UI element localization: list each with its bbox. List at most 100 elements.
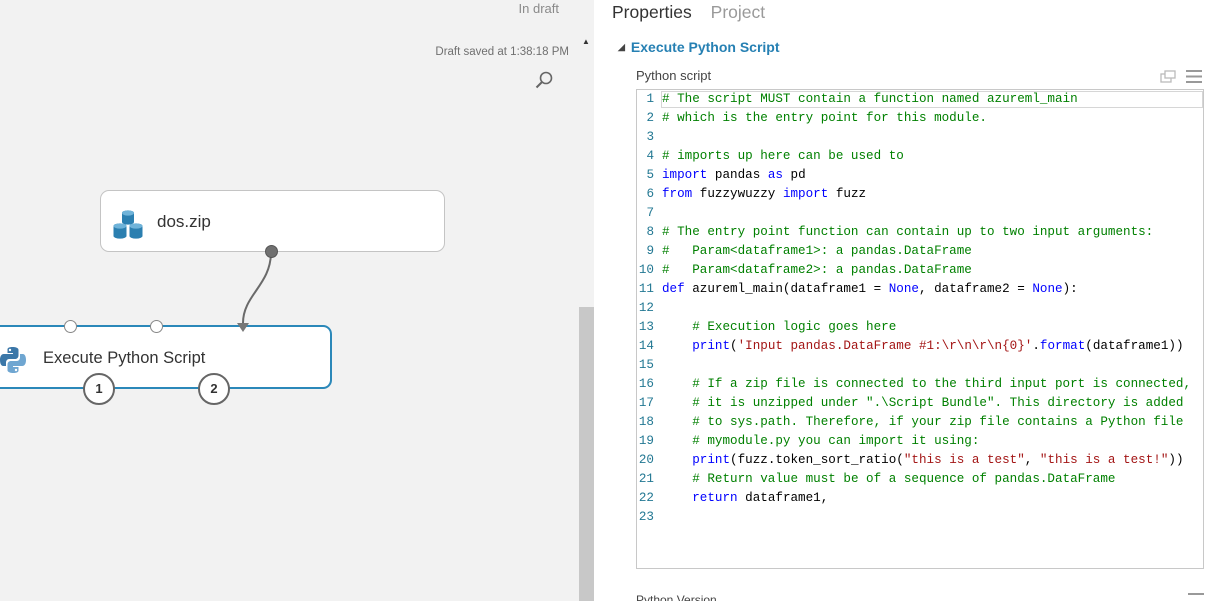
python-script-label: Python script <box>636 68 712 83</box>
input-port-1[interactable] <box>64 320 77 333</box>
section-header-execute-python-script[interactable]: ◢ Execute Python Script <box>618 39 780 55</box>
line-number: 13 <box>638 320 654 334</box>
code-line: 11 def azureml_main(dataframe1 = None, da… <box>637 280 1203 299</box>
code-text: # If a zip file is connected to the thir… <box>662 375 1191 394</box>
code-text: # The entry point function can contain u… <box>662 223 1153 242</box>
code-text: # to sys.path. Therefore, if your zip fi… <box>662 413 1183 432</box>
input-port-2[interactable] <box>150 320 163 333</box>
line-number: 1 <box>646 92 654 106</box>
code-token: # Execution logic goes here <box>692 320 897 334</box>
module-execute-python-script[interactable]: Execute Python Script <box>0 325 332 389</box>
code-token: ( <box>730 339 738 353</box>
python-version-menu-icon[interactable] <box>1188 593 1204 597</box>
code-line: 12 <box>637 299 1203 318</box>
code-token: fuzzywuzzy <box>692 187 783 201</box>
scroll-up-arrow-icon[interactable]: ▲ <box>581 38 591 46</box>
hamburger-menu-icon[interactable] <box>1186 69 1202 84</box>
code-line: 10 # Param<dataframe2>: a pandas.DataFram… <box>637 261 1203 280</box>
code-text: print('Input pandas.DataFrame #1:\r\n\r\… <box>662 337 1184 356</box>
code-token: # If a zip file is connected to the thir… <box>692 377 1192 391</box>
line-number: 20 <box>638 453 654 467</box>
code-line: 6 from fuzzywuzzy import fuzz <box>637 185 1203 204</box>
code-line: 16 # If a zip file is connected to the t… <box>637 375 1203 394</box>
code-text: # Execution logic goes here <box>662 318 896 337</box>
code-token: import <box>782 187 829 201</box>
dataset-icon <box>113 210 143 239</box>
code-token: , <box>1024 453 1040 467</box>
line-number: 9 <box>646 244 654 258</box>
output-port-1[interactable]: 1 <box>83 373 115 405</box>
code-line: 9 # Param<dataframe1>: a pandas.DataFrame <box>637 242 1203 261</box>
code-text: # The script MUST contain a function nam… <box>662 90 1078 109</box>
line-number: 2 <box>646 111 654 125</box>
code-line: 8 # The entry point function can contain … <box>637 223 1203 242</box>
code-text: import pandas as pd <box>662 166 806 185</box>
code-text: # Return value must be of a sequence of … <box>662 470 1115 489</box>
code-line: 15 <box>637 356 1203 375</box>
draft-saved-timestamp: Draft saved at 1:38:18 PM <box>435 46 569 58</box>
input-port-3-arrow-icon[interactable] <box>237 323 249 332</box>
code-token: # Param<dataframe1>: a pandas.DataFrame <box>662 244 972 258</box>
line-number: 4 <box>646 149 654 163</box>
tab-project[interactable]: Project <box>711 2 765 22</box>
line-number: 3 <box>646 130 654 144</box>
code-token: # Return value must be of a sequence of … <box>692 472 1116 486</box>
code-text: def azureml_main(dataframe1 = None, data… <box>662 280 1078 299</box>
output-port-2[interactable]: 2 <box>198 373 230 405</box>
code-token: None <box>888 282 919 296</box>
code-token: pandas <box>707 168 768 182</box>
module-connector <box>242 251 272 324</box>
code-text: # Param<dataframe2>: a pandas.DataFrame <box>662 261 972 280</box>
code-token: (dataframe1)) <box>1085 339 1184 353</box>
draft-status: In draft <box>518 1 559 16</box>
line-number: 5 <box>646 168 654 182</box>
code-token: # mymodule.py you can import it using: <box>692 434 980 448</box>
tab-properties[interactable]: Properties <box>612 2 692 22</box>
code-token: import <box>662 168 708 182</box>
code-token: # The script MUST contain a function nam… <box>662 92 1078 106</box>
line-number: 22 <box>638 491 654 505</box>
code-line: 7 <box>637 204 1203 223</box>
module-label-dos-zip: dos.zip <box>157 212 211 231</box>
code-token: . <box>1032 339 1040 353</box>
code-token: # imports up here can be used to <box>662 149 904 163</box>
code-line: 4 # imports up here can be used to <box>637 147 1203 166</box>
code-token: print <box>692 339 731 353</box>
code-token: # The entry point function can contain u… <box>662 225 1154 239</box>
module-dos-zip[interactable]: dos.zip <box>100 190 445 252</box>
code-text: # mymodule.py you can import it using: <box>662 432 979 451</box>
zoom-search-icon[interactable] <box>534 70 554 90</box>
code-token: from <box>662 187 693 201</box>
line-number: 15 <box>638 358 654 372</box>
code-text: # it is unzipped under ".\Script Bundle"… <box>662 394 1183 413</box>
code-token: pd <box>782 168 806 182</box>
popout-editor-icon[interactable] <box>1160 70 1176 83</box>
code-token: return <box>692 491 738 505</box>
code-line: 14 print('Input pandas.DataFrame #1:\r\n… <box>637 337 1203 356</box>
code-token: # which is the entry point for this modu… <box>662 111 987 125</box>
code-token: "this is a test!" <box>1039 453 1169 467</box>
code-text: # Param<dataframe1>: a pandas.DataFrame <box>662 242 972 261</box>
code-token: dataframe1, <box>737 491 829 505</box>
canvas-scrollbar-thumb[interactable] <box>579 307 594 601</box>
python-script-editor[interactable]: 1 # The script MUST contain a function na… <box>636 89 1204 569</box>
line-number: 11 <box>638 282 654 296</box>
collapse-caret-icon[interactable]: ◢ <box>618 42 625 53</box>
code-token: ): <box>1062 282 1078 296</box>
dos-zip-output-port[interactable] <box>265 245 278 258</box>
code-token: fuzz <box>828 187 867 201</box>
code-token: as <box>767 168 783 182</box>
code-token: )) <box>1168 453 1184 467</box>
code-line: 5 import pandas as pd <box>637 166 1203 185</box>
code-token: (fuzz.token_sort_ratio( <box>730 453 904 467</box>
line-number: 19 <box>638 434 654 448</box>
experiment-canvas[interactable]: In draft Draft saved at 1:38:18 PM ▲ dos… <box>0 0 594 601</box>
code-text: from fuzzywuzzy import fuzz <box>662 185 866 204</box>
line-number: 12 <box>638 301 654 315</box>
line-number: 8 <box>646 225 654 239</box>
